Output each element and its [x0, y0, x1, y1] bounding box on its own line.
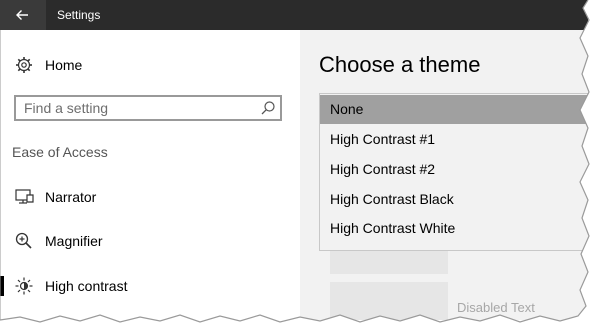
- torn-edge-frame: [0, 0, 600, 332]
